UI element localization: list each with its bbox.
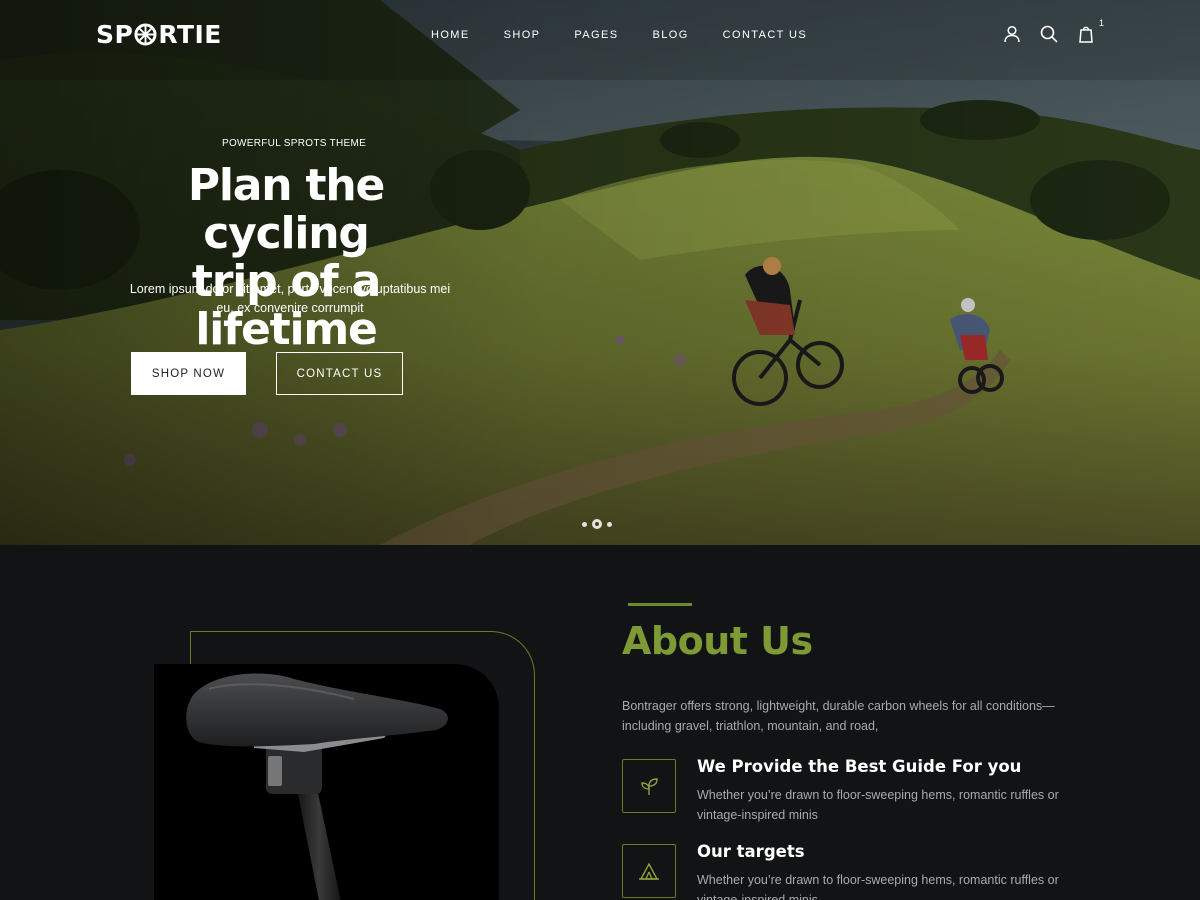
menu-item-shop[interactable]: SHOP xyxy=(504,29,541,41)
feature-text: Whether you’re drawn to floor-sweeping h… xyxy=(697,788,1059,822)
cart-count-badge: 1 xyxy=(1098,18,1104,28)
tent-icon xyxy=(622,844,676,898)
main-menu: HOME SHOP PAGES BLOG CONTACT US xyxy=(431,29,807,41)
hero-description: Lorem ipsum dolor sit amet, purto vocent… xyxy=(129,282,451,315)
logo-text-left: SP xyxy=(96,20,134,49)
slider-dot-2-active[interactable] xyxy=(592,519,602,529)
product-image xyxy=(154,664,499,900)
section-accent-line xyxy=(628,603,692,606)
slider-dot-1[interactable] xyxy=(582,521,587,527)
wheel-icon xyxy=(134,23,157,46)
header-actions: 1 xyxy=(1002,18,1104,44)
sprout-icon xyxy=(622,759,676,813)
menu-item-blog[interactable]: BLOG xyxy=(652,29,688,41)
hero-title: Plan the cycling trip of a lifetime xyxy=(100,162,472,354)
hero-eyebrow: POWERFUL SPROTS THEME xyxy=(222,138,367,149)
menu-item-contact-us[interactable]: CONTACT US xyxy=(723,29,808,41)
menu-item-pages[interactable]: PAGES xyxy=(574,29,618,41)
feature-title: We Provide the Best Guide For you xyxy=(697,757,1022,776)
menu-item-home[interactable]: HOME xyxy=(431,29,470,41)
shop-now-button[interactable]: SHOP NOW xyxy=(131,352,246,395)
cart-icon[interactable]: 1 xyxy=(1076,18,1104,44)
top-navigation: SP RTIE HOME SHOP PAGES BLOG CONTACT US … xyxy=(0,0,1200,70)
about-section: About Us Bontrager offers strong, lightw… xyxy=(0,545,1200,900)
contact-us-button[interactable]: CONTACT US xyxy=(276,352,403,395)
hero-title-line-1: Plan the cycling xyxy=(187,160,385,259)
slider-dot-3[interactable] xyxy=(607,521,612,527)
site-logo[interactable]: SP RTIE xyxy=(96,20,222,49)
about-description: Bontrager offers strong, lightweight, du… xyxy=(622,699,1055,733)
bike-saddle-illustration xyxy=(186,673,448,900)
about-title: About Us xyxy=(622,619,813,663)
feature-text: Whether you’re drawn to floor-sweeping h… xyxy=(697,873,1059,900)
search-icon[interactable] xyxy=(1039,24,1059,44)
feature-title: Our targets xyxy=(697,842,805,861)
slider-dots xyxy=(582,519,612,529)
logo-text-right: RTIE xyxy=(158,20,222,49)
user-icon[interactable] xyxy=(1002,24,1022,44)
hero-banner: SP RTIE HOME SHOP PAGES BLOG CONTACT US … xyxy=(0,0,1200,545)
